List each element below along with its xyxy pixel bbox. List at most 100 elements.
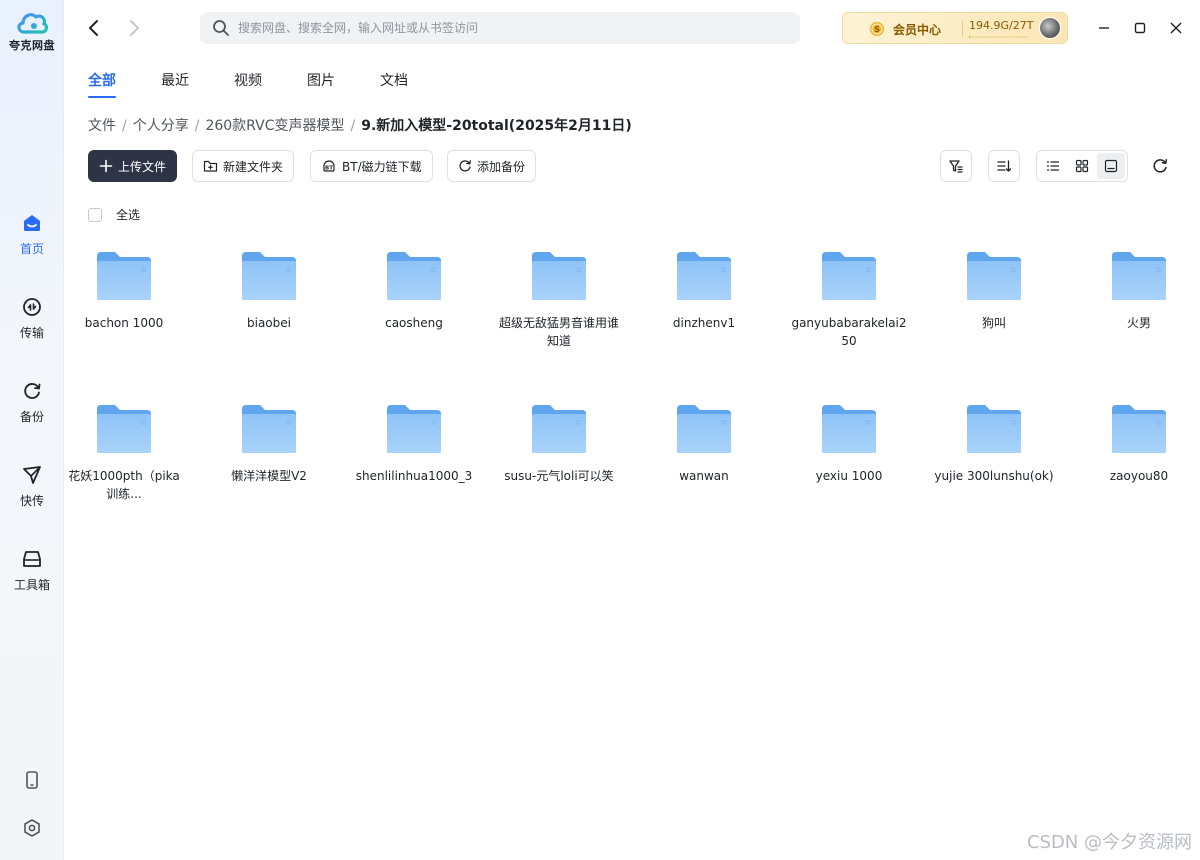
folder-item[interactable]: zaoyou80: [1079, 401, 1199, 485]
transfer-icon: [23, 298, 41, 316]
folder-icon: [242, 252, 296, 300]
svg-text:BT: BT: [325, 166, 333, 172]
top-bar: S 会员中心 194.9G/27T: [64, 0, 1200, 56]
vip-divider: [962, 21, 963, 37]
folder-name: shenlilinhua1000_3: [355, 469, 473, 483]
tab-all[interactable]: 全部: [88, 70, 116, 98]
folder-name: susu-元气loli可以笑: [504, 469, 614, 483]
folder-item[interactable]: 超级无敌猛男音谁用谁知道: [499, 248, 619, 350]
bt-download-button[interactable]: BT BT/磁力链下载: [310, 150, 433, 182]
refresh-button[interactable]: [1148, 154, 1172, 178]
checkbox[interactable]: [88, 207, 102, 222]
quick-send-icon: [23, 466, 41, 484]
tab-label: 视频: [234, 73, 262, 89]
tab-recent[interactable]: 最近: [161, 70, 189, 90]
phone-button[interactable]: [0, 770, 64, 790]
select-all-label: 全选: [116, 208, 141, 222]
minimize-icon: [1099, 27, 1109, 29]
sidebar-item-transfer[interactable]: 传输: [0, 296, 64, 341]
minimize-button[interactable]: [1094, 18, 1114, 38]
folder-item[interactable]: 花妖1000pth（pika训练...: [64, 401, 184, 503]
tab-images[interactable]: 图片: [307, 70, 335, 90]
folder-name: caosheng: [385, 316, 443, 330]
large-icon-view-button[interactable]: [1097, 153, 1125, 179]
breadcrumb-separator: /: [194, 118, 200, 134]
breadcrumb-separator: /: [122, 118, 127, 134]
folder-item[interactable]: yexiu 1000: [789, 401, 909, 485]
folder-item[interactable]: wanwan: [644, 401, 764, 485]
folder-name: 火男: [1126, 316, 1151, 330]
search-bar: [200, 12, 800, 44]
app-name: 夸克网盘: [9, 39, 55, 52]
folder-item[interactable]: dinzhenv1: [644, 248, 764, 332]
phone-icon: [26, 771, 38, 789]
filter-icon: [949, 160, 963, 173]
sidebar-item-toolbox[interactable]: 工具箱: [0, 548, 64, 593]
add-backup-label: 添加备份: [477, 159, 526, 174]
settings-button[interactable]: [0, 818, 64, 838]
sort-button[interactable]: [988, 150, 1020, 182]
breadcrumb: 文件 / 个人分享 / 260款RVC变声器模型 / 9.新加入模型-20total(202…: [88, 115, 632, 135]
tab-documents[interactable]: 文档: [380, 70, 408, 90]
backup-icon: [24, 383, 41, 399]
app-logo[interactable]: 夸克网盘: [0, 8, 64, 53]
vip-center-button[interactable]: S 会员中心 194.9G/27T: [842, 12, 1068, 44]
search-icon: [213, 20, 229, 36]
bt-icon: BT: [323, 160, 335, 172]
toolbox-icon: [23, 551, 41, 567]
select-all-checkbox[interactable]: 全选: [88, 206, 140, 223]
filter-button[interactable]: [940, 150, 972, 182]
breadcrumb-item[interactable]: 个人分享: [133, 118, 189, 134]
vip-label: 会员中心: [893, 23, 942, 37]
folder-icon: [1112, 405, 1166, 453]
list-view-button[interactable]: [1039, 153, 1067, 179]
folder-item[interactable]: caosheng: [354, 248, 474, 332]
folder-icon: [387, 405, 441, 453]
folder-icon: [97, 252, 151, 300]
folder-icon: [1112, 252, 1166, 300]
folder-name: 花妖1000pth（pika训练...: [68, 469, 180, 501]
grid-view-button[interactable]: [1068, 153, 1096, 179]
maximize-button[interactable]: [1130, 18, 1150, 38]
folder-item[interactable]: bachon 1000: [64, 248, 184, 332]
sidebar-item-label: 首页: [19, 242, 44, 256]
back-button[interactable]: [82, 16, 106, 40]
sidebar-item-home[interactable]: 首页: [0, 212, 64, 257]
folder-item[interactable]: 懒洋洋模型V2: [209, 401, 329, 485]
avatar[interactable]: [1039, 17, 1061, 39]
add-backup-button[interactable]: 添加备份: [447, 150, 537, 182]
folder-item[interactable]: ganyubabarakelai250: [789, 248, 909, 350]
sidebar-item-label: 快传: [19, 494, 44, 508]
tab-video[interactable]: 视频: [234, 70, 262, 90]
folder-icon: [242, 405, 296, 453]
new-folder-label: 新建文件夹: [223, 159, 284, 174]
close-button[interactable]: [1166, 18, 1186, 38]
folder-icon: [532, 252, 586, 300]
folder-item[interactable]: shenlilinhua1000_3: [354, 401, 474, 485]
folder-name: yujie 300lunshu(ok): [934, 469, 1054, 483]
sidebar-item-label: 备份: [19, 410, 44, 424]
sidebar-item-label: 工具箱: [13, 578, 50, 592]
upload-file-button[interactable]: 上传文件: [88, 150, 178, 182]
sidebar-item-backup[interactable]: 备份: [0, 380, 64, 425]
breadcrumb-item[interactable]: 文件: [88, 118, 116, 134]
sidebar-item-quick-send[interactable]: 快传: [0, 464, 64, 509]
folder-item[interactable]: 火男: [1079, 248, 1199, 332]
refresh-icon: [1153, 159, 1168, 173]
sidebar-item-label: 传输: [19, 326, 44, 340]
tab-label: 全部: [88, 73, 116, 89]
folder-item[interactable]: susu-元气loli可以笑: [499, 401, 619, 485]
search-input[interactable]: [238, 12, 788, 44]
folder-item[interactable]: 狗叫: [934, 248, 1054, 332]
watermark: CSDN @今夕资源网: [1026, 832, 1192, 853]
grid-view-icon: [1075, 159, 1089, 173]
close-icon: [1170, 22, 1182, 34]
new-folder-button[interactable]: 新建文件夹: [192, 150, 295, 182]
new-folder-icon: [203, 160, 218, 172]
breadcrumb-item[interactable]: 260款RVC变声器模型: [205, 118, 344, 134]
backup-icon: [459, 160, 471, 172]
folder-item[interactable]: yujie 300lunshu(ok): [934, 401, 1054, 485]
forward-button[interactable]: [122, 16, 146, 40]
folder-name: 狗叫: [981, 316, 1006, 330]
folder-item[interactable]: biaobei: [209, 248, 329, 332]
